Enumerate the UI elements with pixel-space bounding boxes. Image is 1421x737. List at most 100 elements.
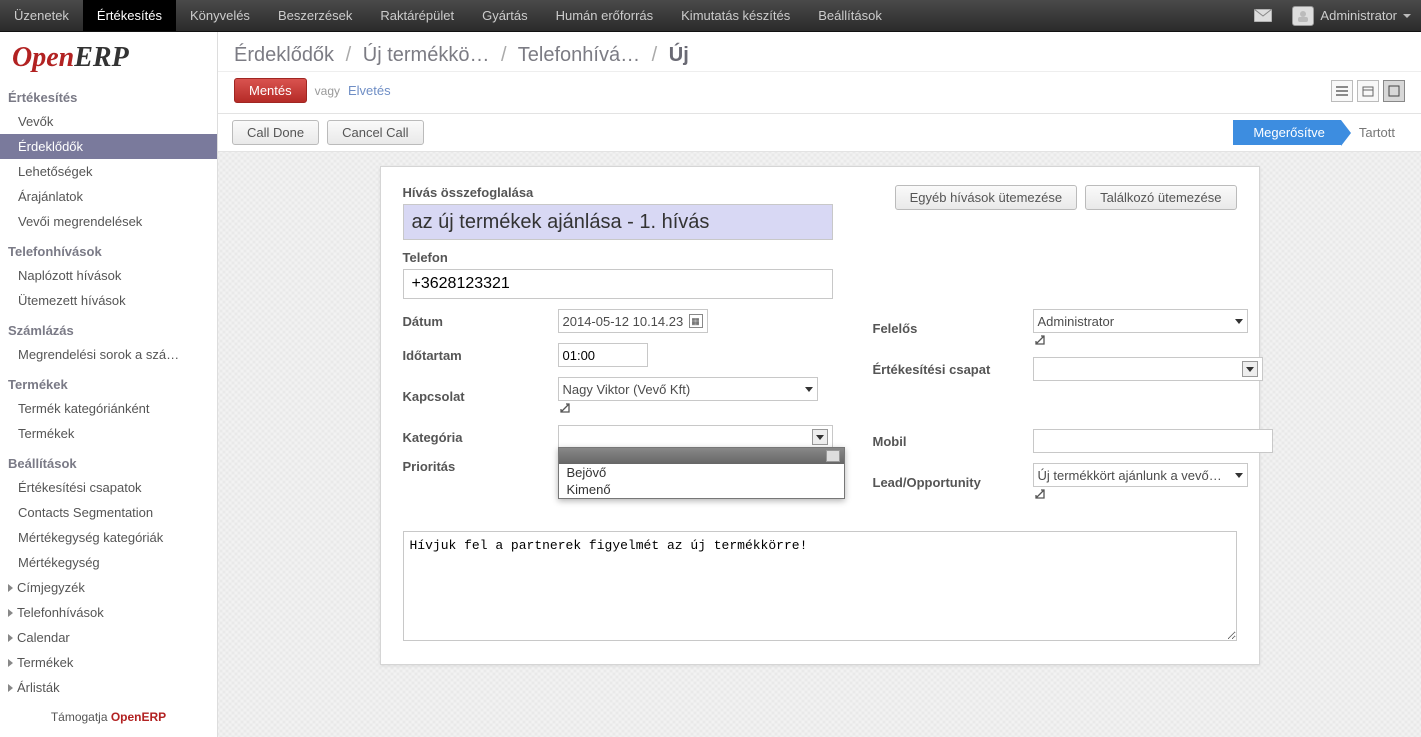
responsible-select[interactable]: Administrator [1033,309,1248,333]
sidebar-item-leads[interactable]: Érdeklődők [0,134,217,159]
sidebar-item-orders[interactable]: Vevői megrendelések [0,209,217,234]
user-menu[interactable]: Administrator [1282,0,1421,31]
crumb-leads[interactable]: Érdeklődők [234,44,334,66]
user-name: Administrator [1320,8,1397,23]
logo: OpenERP [0,32,217,80]
contact-label: Kapcsolat [403,389,558,404]
sidebar-item-products-exp[interactable]: Termékek [0,650,217,675]
chevron-right-icon [8,609,13,617]
discard-link[interactable]: Elvetés [348,83,391,98]
chevron-down-icon [1235,473,1243,478]
nav-item-reporting[interactable]: Kimutatás készítés [667,0,804,31]
team-select[interactable] [1033,357,1263,381]
nav-item-manufacturing[interactable]: Gyártás [468,0,542,31]
nav-item-warehouse[interactable]: Raktárépület [366,0,468,31]
sidebar-section-products: Termékek [0,367,217,396]
stage-confirmed[interactable]: Megerősítve [1233,120,1341,145]
phone-label: Telefon [403,250,1237,265]
crumb-product[interactable]: Új termékkö… [363,44,490,66]
sidebar-item-uom[interactable]: Mértékegység [0,550,217,575]
nav-item-messages[interactable]: Üzenetek [0,0,83,31]
mobile-label: Mobil [873,434,1033,449]
content-area: Érdeklődők / Új termékkö… / Telefonhívá…… [218,32,1421,737]
chevron-right-icon [8,634,13,642]
priority-label: Prioritás [403,459,558,474]
nav-item-hr[interactable]: Humán erőforrás [542,0,668,31]
form-view-button[interactable] [1383,80,1405,102]
cancel-call-button[interactable]: Cancel Call [327,120,423,145]
breadcrumb: Érdeklődők / Új termékkö… / Telefonhívá…… [234,44,1405,67]
sidebar-item-products-by-cat[interactable]: Termék kategóriánként [0,396,217,421]
category-select[interactable] [558,425,833,449]
sidebar-item-quotes[interactable]: Árajánlatok [0,184,217,209]
chevron-down-icon [816,435,824,440]
sidebar-item-segmentation[interactable]: Contacts Segmentation [0,500,217,525]
chevron-right-icon [8,684,13,692]
sidebar-section-config: Beállítások [0,446,217,475]
schedule-meeting-button[interactable]: Találkozó ütemezése [1085,185,1236,210]
date-input[interactable]: 2014-05-12 10.14.23 ▦ [558,309,708,333]
call-done-button[interactable]: Call Done [232,120,319,145]
nav-item-accounting[interactable]: Könyvelés [176,0,264,31]
sidebar-section-invoicing: Számlázás [0,313,217,342]
sidebar-item-pricelists[interactable]: Árlisták [0,675,217,700]
sidebar-item-order-lines[interactable]: Megrendelési sorok a szá… [0,342,217,367]
openerp-link[interactable]: OpenERP [111,710,166,724]
chevron-down-icon [1235,319,1243,324]
external-link-icon[interactable] [558,401,833,415]
sidebar-item-address-book[interactable]: Címjegyzék [0,575,217,600]
status-bar: Call Done Cancel Call Megerősítve Tartot… [218,114,1421,152]
sidebar-item-salesteams[interactable]: Értékesítési csapatok [0,475,217,500]
chevron-right-icon [8,584,13,592]
mail-icon[interactable] [1244,0,1282,31]
sidebar-section-sales: Értékesítés [0,80,217,109]
nav-item-settings[interactable]: Beállítások [804,0,896,31]
schedule-other-calls-button[interactable]: Egyéb hívások ütemezése [895,185,1077,210]
duration-input[interactable] [558,343,648,367]
crumb-calls[interactable]: Telefonhívá… [518,44,640,66]
team-label: Értékesítési csapat [873,362,1033,377]
view-switcher [1331,80,1405,102]
sidebar-item-phonecalls[interactable]: Telefonhívások [0,600,217,625]
duration-label: Időtartam [403,348,558,363]
sidebar-item-opportunities[interactable]: Lehetőségek [0,159,217,184]
avatar-icon [1292,6,1314,26]
lead-select[interactable]: Új termékkört ajánlunk a vevőknek [1033,463,1248,487]
summary-input[interactable] [403,204,833,240]
lead-label: Lead/Opportunity [873,475,1033,490]
nav-item-sales[interactable]: Értékesítés [83,0,176,31]
responsible-label: Felelős [873,321,1033,336]
sidebar-item-customers[interactable]: Vevők [0,109,217,134]
category-option-incoming[interactable]: Bejövő [559,464,844,481]
category-option-outgoing[interactable]: Kimenő [559,481,844,498]
sidebar-item-calendar[interactable]: Calendar [0,625,217,650]
top-navbar: Üzenetek Értékesítés Könyvelés Beszerzés… [0,0,1421,32]
contact-select[interactable]: Nagy Viktor (Vevő Kft) [558,377,818,401]
chevron-right-icon [8,659,13,667]
external-link-icon[interactable] [1033,487,1273,501]
chevron-down-icon [1403,14,1411,18]
nav-item-purchasing[interactable]: Beszerzések [264,0,366,31]
external-link-icon[interactable] [1033,333,1273,347]
sidebar-item-scheduled-calls[interactable]: Ütemezett hívások [0,288,217,313]
sidebar-item-products[interactable]: Termékek [0,421,217,446]
notes-textarea[interactable] [403,531,1237,641]
date-label: Dátum [403,314,558,329]
mobile-input[interactable] [1033,429,1273,453]
breadcrumb-bar: Érdeklődők / Új termékkö… / Telefonhívá…… [218,32,1421,72]
phone-input[interactable] [403,269,833,299]
action-bar: Mentés vagy Elvetés [218,72,1421,114]
sidebar: OpenERP Értékesítés Vevők Érdeklődők Leh… [0,32,218,737]
sidebar-footer: Támogatja OpenERP [0,700,217,730]
dropdown-toggle-icon[interactable] [826,450,840,462]
chevron-down-icon [805,387,813,392]
category-label: Kategória [403,430,558,445]
calendar-view-button[interactable] [1357,80,1379,102]
sidebar-item-uom-cat[interactable]: Mértékegység kategóriák [0,525,217,550]
list-view-button[interactable] [1331,80,1353,102]
save-button[interactable]: Mentés [234,78,307,103]
crumb-current: Új [669,44,689,66]
sidebar-item-logged-calls[interactable]: Naplózott hívások [0,263,217,288]
or-text: vagy [315,84,340,98]
calendar-icon[interactable]: ▦ [689,314,703,328]
